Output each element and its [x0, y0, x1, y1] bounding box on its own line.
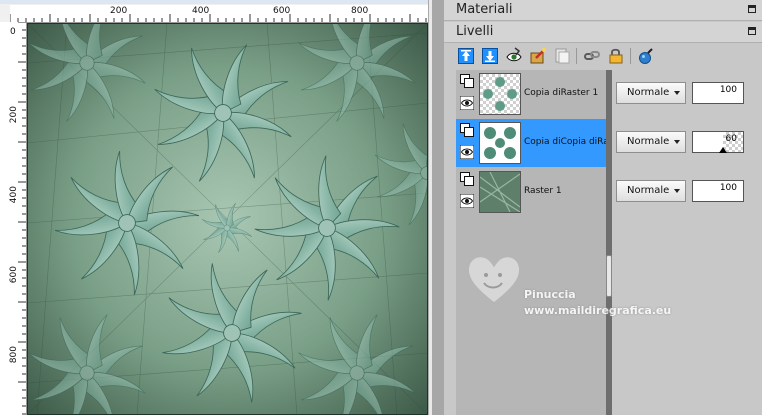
- opacity-slider-caret[interactable]: [719, 147, 727, 153]
- materials-pin-icon[interactable]: [748, 5, 756, 13]
- chevron-down-icon: [674, 140, 680, 144]
- ruler-left-label-200: 200: [9, 106, 19, 124]
- watermark-heart-logo: [468, 257, 520, 302]
- layer-type-icon: [460, 172, 474, 186]
- artwork-image: [27, 23, 428, 415]
- layers-pin-icon[interactable]: [748, 27, 756, 35]
- link-layer-icon[interactable]: [582, 46, 602, 66]
- ruler-top-label-200: 200: [110, 6, 128, 16]
- blend-mode-value: Normale: [627, 87, 670, 98]
- layer-type-icon: [460, 74, 474, 88]
- opacity-value: 100: [719, 183, 737, 193]
- edit-selection-icon[interactable]: [528, 46, 548, 66]
- ruler-left-label-0: 0: [10, 27, 16, 37]
- layer-thumbnail: [479, 171, 521, 213]
- layer-properties-column: Normale 100 Normale 60 Normale 100: [612, 70, 762, 415]
- ruler-top-label-600: 600: [273, 6, 291, 16]
- ruler-left-label-600: 600: [9, 266, 19, 284]
- opacity-value: 60: [725, 134, 737, 144]
- layer-row-copia-raster-1[interactable]: Copia diRaster 1: [456, 70, 606, 118]
- lock-layer-icon[interactable]: [606, 46, 626, 66]
- toolbar-separator: [576, 48, 577, 64]
- chevron-down-icon: [674, 189, 680, 193]
- ruler-left-label-800: 800: [9, 346, 19, 364]
- move-layer-up-icon[interactable]: [456, 46, 476, 66]
- blend-mode-value: Normale: [627, 185, 670, 196]
- eye-icon[interactable]: [460, 96, 474, 110]
- panel-divider[interactable]: [432, 0, 444, 415]
- blend-mode-select-layer-2[interactable]: Normale: [616, 131, 686, 153]
- layer-name[interactable]: Copia diRaster 1: [524, 88, 598, 98]
- layer-properties-icon[interactable]: [552, 46, 572, 66]
- opacity-slider-layer-3[interactable]: 100: [692, 180, 744, 202]
- ruler-left[interactable]: 0 200 400 600 800: [0, 22, 27, 415]
- toolbar-separator-2: [630, 48, 631, 64]
- opacity-slider-layer-1[interactable]: 100: [692, 82, 744, 104]
- ruler-top[interactable]: 200 400 600 800: [10, 5, 428, 23]
- opacity-value: 100: [719, 85, 737, 95]
- layers-toolbar: [452, 46, 752, 68]
- ruler-top-label-400: 400: [192, 6, 210, 16]
- layer-thumbnail: [479, 73, 521, 115]
- blend-mode-select-layer-1[interactable]: Normale: [616, 82, 686, 104]
- move-layer-down-icon[interactable]: [480, 46, 500, 66]
- ruler-left-label-400: 400: [9, 186, 19, 204]
- layer-row-raster-1[interactable]: Raster 1: [456, 168, 606, 216]
- layer-thumbnail: [479, 122, 521, 164]
- canvas-window[interactable]: 200 400 600 800 0 200 400 600 800: [0, 0, 433, 415]
- palette-panel: Materiali Livelli Copia diRaster 1 Copia…: [444, 0, 762, 415]
- eye-icon[interactable]: [460, 194, 474, 208]
- ruler-corner: [0, 5, 10, 22]
- watermark-url: www.maildiregrafica.eu: [524, 304, 672, 317]
- layers-title: Livelli: [456, 24, 494, 39]
- materials-title: Materiali: [456, 2, 513, 17]
- layer-row-copia-copia-raster-1[interactable]: Copia diCopia diRaster 1: [456, 119, 635, 167]
- opacity-slider-layer-2[interactable]: 60: [692, 131, 744, 153]
- layer-name[interactable]: Raster 1: [524, 186, 562, 196]
- layer-visibility-icon[interactable]: [504, 46, 524, 66]
- blend-mode-value: Normale: [627, 136, 670, 147]
- canvas-title-bar[interactable]: [0, 0, 432, 4]
- layer-list: Copia diRaster 1 Copia diCopia diRaster …: [456, 70, 635, 415]
- eye-icon[interactable]: [460, 145, 474, 159]
- chevron-down-icon: [674, 91, 680, 95]
- image-canvas[interactable]: [27, 23, 428, 415]
- blend-mode-select-layer-3[interactable]: Normale: [616, 180, 686, 202]
- watermark-name: Pinuccia: [524, 288, 576, 301]
- materials-header[interactable]: Materiali: [444, 0, 762, 21]
- color-picker-icon[interactable]: [636, 46, 656, 66]
- ruler-top-label-800: 800: [351, 6, 369, 16]
- layers-header[interactable]: Livelli: [444, 22, 762, 43]
- layer-type-icon: [460, 123, 474, 137]
